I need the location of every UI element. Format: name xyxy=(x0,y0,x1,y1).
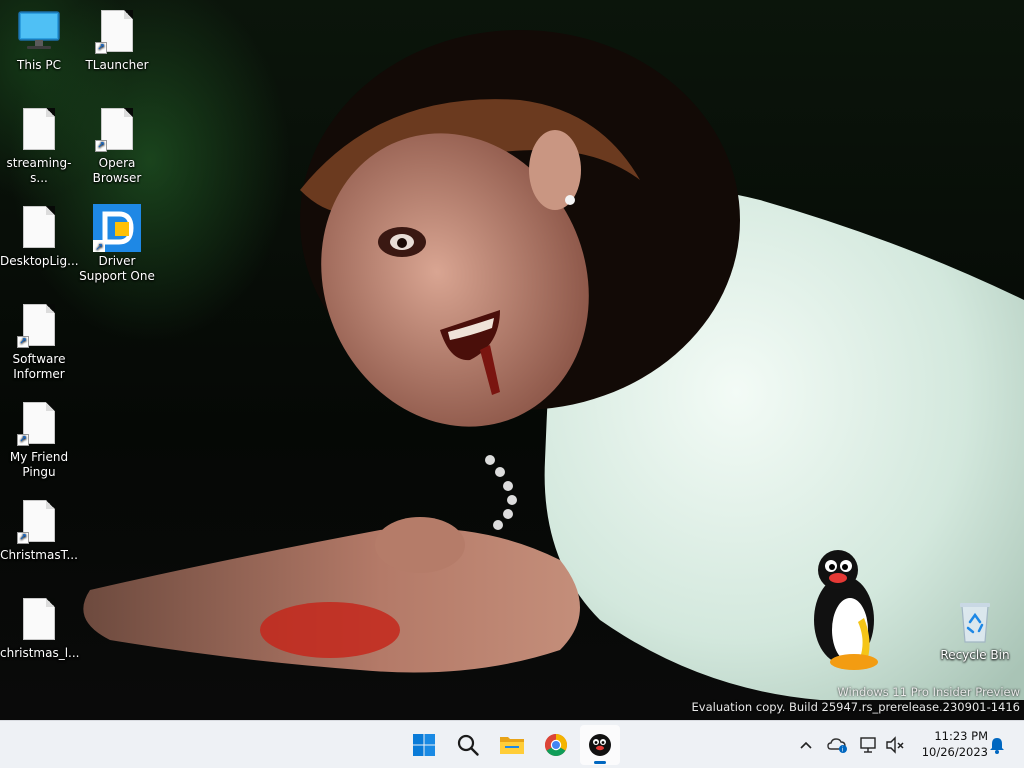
desktop-icon-label: ChristmasT... xyxy=(0,548,78,562)
search-icon xyxy=(457,734,479,756)
pingu-desktop-pet[interactable] xyxy=(808,548,880,672)
volume-muted-icon[interactable] xyxy=(883,733,907,757)
desktop-icon-label: Software Informer xyxy=(12,352,66,381)
network-icon[interactable] xyxy=(857,733,881,757)
file-shortcut-icon: ↗ xyxy=(93,8,141,56)
desktop-icon-recycle-bin[interactable]: Recycle Bin xyxy=(936,598,1014,663)
desktop-icon-christmas-l[interactable]: christmas_l... xyxy=(0,596,80,661)
clock-time: 11:23 PM xyxy=(934,729,988,743)
desktop-icon-label: DesktopLig... xyxy=(0,254,79,268)
search-button[interactable] xyxy=(448,725,488,765)
onedrive-icon[interactable]: i xyxy=(826,733,850,757)
desktop-icon-software-informer[interactable]: ↗ Software Informer xyxy=(0,302,78,382)
file-shortcut-icon: ↗ xyxy=(93,106,141,154)
pingu-app-icon xyxy=(589,734,611,756)
desktop-icon-christmast[interactable]: ↗ ChristmasT... xyxy=(0,498,78,563)
chrome-button[interactable] xyxy=(536,725,576,765)
desktop-icon-label: My Friend Pingu xyxy=(9,450,69,479)
taskbar: i 11:23 PM 10/26/2023 xyxy=(0,720,1024,768)
file-icon xyxy=(15,596,63,644)
windows-evaluation-watermark: Windows 11 Pro Insider Preview Evaluatio… xyxy=(692,685,1020,715)
notification-bell-icon[interactable] xyxy=(985,733,1009,757)
file-explorer-button[interactable] xyxy=(492,725,532,765)
desktop-icon-this-pc[interactable]: This PC xyxy=(0,8,78,73)
desktop-icon-my-friend-pingu[interactable]: ↗ My Friend Pingu xyxy=(0,400,78,480)
file-shortcut-icon: ↗ xyxy=(15,400,63,448)
file-shortcut-icon: ↗ xyxy=(15,498,63,546)
recycle-bin-icon xyxy=(951,598,999,646)
file-shortcut-icon: ↗ xyxy=(15,302,63,350)
windows-start-icon xyxy=(413,734,435,756)
watermark-line1: Windows 11 Pro Insider Preview xyxy=(837,685,1020,699)
start-button[interactable] xyxy=(404,725,444,765)
desktop-icon-streaming[interactable]: streaming-s... xyxy=(0,106,78,186)
chrome-icon xyxy=(545,734,567,756)
active-app-indicator xyxy=(594,761,606,764)
desktop-icon-label: streaming-s... xyxy=(6,156,72,185)
desktop-icon-label: TLauncher xyxy=(85,58,149,72)
desktop-icon-driver-support-one[interactable]: ↗ Driver Support One xyxy=(78,204,156,284)
folder-icon xyxy=(500,737,524,754)
taskbar-clock[interactable]: 11:23 PM 10/26/2023 xyxy=(912,728,988,760)
desktop-icon-tlauncher[interactable]: ↗ TLauncher xyxy=(78,8,156,73)
watermark-line2: Evaluation copy. Build 25947.rs_prerelea… xyxy=(691,700,1020,714)
desktop-icon-label: Driver Support One xyxy=(79,254,155,283)
desktop-icon-label: This PC xyxy=(17,58,61,72)
driver-support-icon: ↗ xyxy=(93,204,141,253)
computer-icon xyxy=(15,8,63,56)
desktop-icon-label: Recycle Bin xyxy=(940,648,1010,662)
chevron-up-icon[interactable] xyxy=(794,733,818,757)
desktop-icon-opera-browser[interactable]: ↗ Opera Browser xyxy=(78,106,156,186)
desktop-icon-label: christmas_l... xyxy=(0,646,80,660)
pingu-app-button[interactable] xyxy=(580,725,620,765)
svg-text:↗: ↗ xyxy=(95,242,103,252)
desktop-icon-label: Opera Browser xyxy=(92,156,142,185)
file-icon xyxy=(15,106,63,154)
file-icon xyxy=(15,204,63,252)
desktop-icon-desktoplig[interactable]: DesktopLig... xyxy=(0,204,79,269)
clock-date: 10/26/2023 xyxy=(921,745,988,759)
